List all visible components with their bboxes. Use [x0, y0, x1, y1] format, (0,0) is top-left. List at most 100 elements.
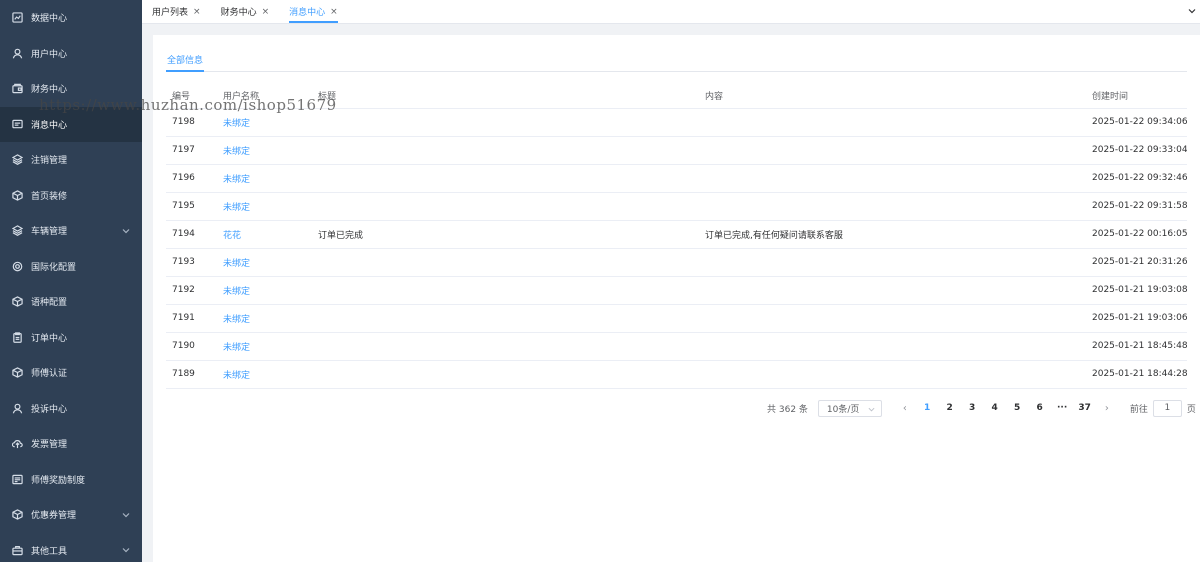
cell-user[interactable]: 未绑定 [217, 192, 312, 221]
sidebar-item[interactable]: 投诉中心 [0, 391, 142, 427]
tab-label: 消息中心 [289, 8, 326, 18]
sidebar-item-label: 发票管理 [31, 440, 68, 451]
cell-created: 2025-01-22 09:33:04 [1086, 136, 1187, 165]
tab-label: 财务中心 [220, 8, 257, 18]
sidebar-item-label: 师傅奖励制度 [31, 475, 86, 486]
table-row: 7193 未绑定 2025-01-21 20:31:26 [166, 248, 1187, 277]
page-number[interactable]: 37 [1073, 403, 1096, 413]
cell-created: 2025-01-21 19:03:08 [1086, 276, 1187, 305]
sidebar-item[interactable]: 消息中心 [0, 106, 142, 142]
tab[interactable]: 用户列表 × [142, 0, 211, 23]
cell-user[interactable]: 未绑定 [217, 332, 312, 361]
toolbox-icon [11, 544, 23, 556]
cube-icon [11, 189, 23, 201]
sidebar-item-label: 消息中心 [31, 120, 68, 131]
table-header-row: 编号 用户名称 标题 内容 创建时间 [166, 83, 1187, 109]
chevron-down-icon[interactable] [1188, 7, 1196, 15]
page-number[interactable]: 3 [961, 403, 984, 413]
table-row: 7195 未绑定 2025-01-22 09:31:58 [166, 192, 1187, 221]
sidebar-item-label: 财务中心 [31, 85, 68, 96]
cell-user[interactable]: 未绑定 [217, 304, 312, 333]
sidebar-item[interactable]: 国际化配置 [0, 249, 142, 285]
chart-icon [11, 12, 23, 24]
cell-id: 7194 [166, 220, 217, 249]
sidebar-item-label: 投诉中心 [31, 404, 68, 415]
cell-user[interactable]: 未绑定 [217, 276, 312, 305]
table-row: 7194 花花 订单已完成 订单已完成,有任何疑问请联系客服 2025-01-22 00… [166, 220, 1187, 249]
sidebar-item[interactable]: 师傅认证 [0, 355, 142, 391]
cube-icon [11, 509, 23, 521]
sidebar-item[interactable]: 优惠券管理 [0, 497, 142, 533]
sidebar-item-label: 语种配置 [31, 298, 68, 309]
cell-created: 2025-01-21 18:44:28 [1086, 360, 1187, 389]
subtab-all-messages[interactable]: 全部信息 [166, 53, 205, 72]
sidebar-item-label: 车辆管理 [31, 227, 68, 238]
column-header-user: 用户名称 [217, 83, 312, 109]
cell-user[interactable]: 未绑定 [217, 164, 312, 193]
sidebar-item[interactable]: 注销管理 [0, 142, 142, 178]
cell-title [312, 332, 699, 361]
subtab-row: 全部信息 [166, 51, 1187, 72]
cell-created: 2025-01-22 09:32:46 [1086, 164, 1187, 193]
cell-title [312, 136, 699, 165]
column-header-title: 标题 [312, 83, 699, 109]
page-size-value: 10条/页 [826, 404, 860, 415]
cell-user[interactable]: 未绑定 [217, 136, 312, 165]
close-icon[interactable]: × [262, 7, 270, 17]
tab-label: 用户列表 [152, 8, 189, 18]
sidebar-item-label: 注销管理 [31, 156, 68, 167]
tab-list: 用户列表 × 财务中心 × 消息中心 × [142, 0, 348, 23]
cell-id: 7198 [166, 108, 217, 137]
chevron-down-icon [868, 406, 875, 413]
cell-id: 7193 [166, 248, 217, 277]
page-number[interactable]: 5 [1006, 403, 1029, 413]
cell-created: 2025-01-21 18:45:48 [1086, 332, 1187, 361]
sidebar-item[interactable]: 师傅奖励制度 [0, 462, 142, 498]
page-number[interactable]: 4 [983, 403, 1006, 413]
cell-created: 2025-01-21 20:31:26 [1086, 248, 1187, 277]
sidebar-item[interactable]: 财务中心 [0, 71, 142, 107]
sidebar-item[interactable]: 数据中心 [0, 0, 142, 36]
more-pages-button[interactable]: ··· [1051, 403, 1074, 413]
sidebar-item-label: 首页装修 [31, 191, 68, 202]
page-number[interactable]: 1 [916, 403, 939, 413]
clipboard-icon [11, 331, 23, 343]
cell-user[interactable]: 未绑定 [217, 108, 312, 137]
sidebar-item-label: 师傅认证 [31, 369, 68, 380]
cell-content: 订单已完成,有任何疑问请联系客服 [699, 220, 1086, 249]
cell-user[interactable]: 未绑定 [217, 360, 312, 389]
sidebar-item-label: 国际化配置 [31, 262, 77, 273]
cell-title [312, 192, 699, 221]
list-icon [11, 473, 23, 485]
goto-suffix: 页 [1186, 404, 1196, 415]
next-page-button[interactable]: › [1096, 403, 1118, 414]
table-row: 7192 未绑定 2025-01-21 19:03:08 [166, 276, 1187, 305]
sidebar-item[interactable]: 用户中心 [0, 36, 142, 72]
sidebar-item[interactable]: 其他工具 [0, 533, 142, 562]
cell-user[interactable]: 花花 [217, 220, 312, 249]
close-icon[interactable]: × [193, 7, 201, 17]
close-icon[interactable]: × [330, 7, 338, 17]
sidebar-item[interactable]: 语种配置 [0, 284, 142, 320]
cell-title [312, 164, 699, 193]
cell-id: 7195 [166, 192, 217, 221]
sidebar-item-label: 优惠券管理 [31, 511, 77, 522]
goto-page-input[interactable] [1152, 399, 1182, 417]
sidebar-item[interactable]: 订单中心 [0, 320, 142, 356]
page-number[interactable]: 6 [1028, 403, 1051, 413]
table-row: 7189 未绑定 2025-01-21 18:44:28 [166, 360, 1187, 389]
cell-content [699, 276, 1086, 305]
sidebar-item[interactable]: 车辆管理 [0, 213, 142, 249]
page-size-select[interactable]: 10条/页 [817, 399, 882, 417]
sidebar-item[interactable]: 首页装修 [0, 178, 142, 214]
cell-user[interactable]: 未绑定 [217, 248, 312, 277]
message-table: 编号 用户名称 标题 内容 创建时间 7198 未绑定 2025-01-22 09:… [166, 83, 1187, 389]
cube-icon [11, 367, 23, 379]
sidebar-item[interactable]: 发票管理 [0, 426, 142, 462]
tab[interactable]: 消息中心 × [279, 0, 348, 23]
page-number[interactable]: 2 [938, 403, 961, 413]
prev-page-button[interactable]: ‹ [894, 403, 916, 414]
tab[interactable]: 财务中心 × [211, 0, 280, 23]
cell-content [699, 304, 1086, 333]
page-list: 1 2 3 4 5 6 ··· 37 [916, 403, 1096, 413]
